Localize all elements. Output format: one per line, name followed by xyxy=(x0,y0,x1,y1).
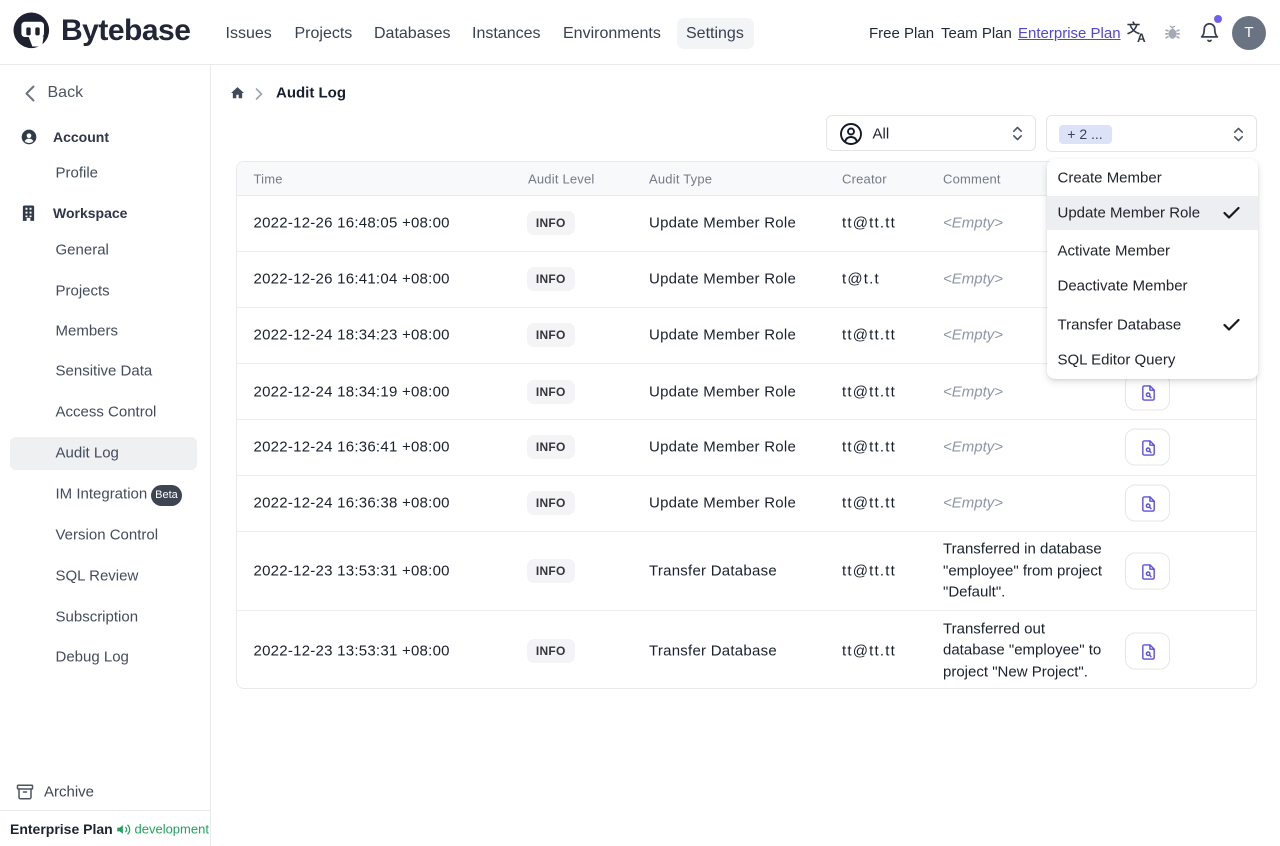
svg-text:A: A xyxy=(1137,31,1146,43)
